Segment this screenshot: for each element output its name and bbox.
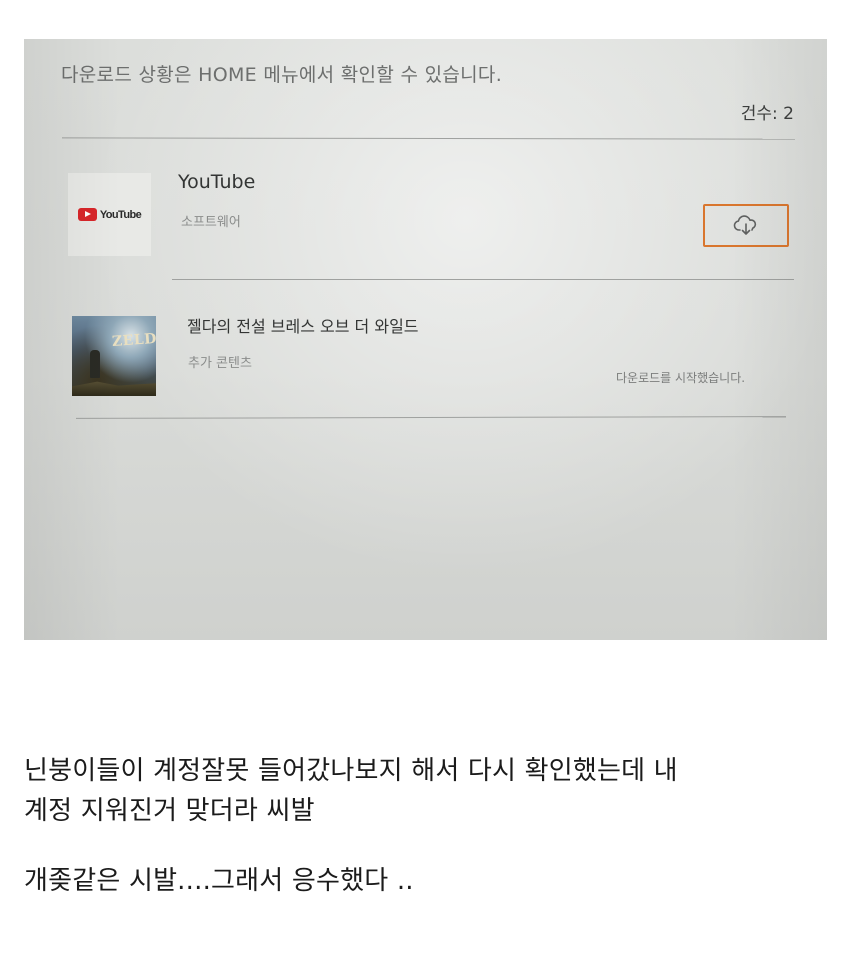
zelda-thumbnail: ZELDA (72, 316, 156, 396)
download-notice: 다운로드 상황은 HOME 메뉴에서 확인할 수 있습니다. (61, 64, 503, 86)
zelda-logo-text: ZELDA (111, 330, 156, 350)
thumbnail-cliff (72, 381, 156, 396)
divider (172, 279, 794, 280)
redownload-button[interactable] (703, 204, 789, 247)
console-screen-photo: 다운로드 상황은 HOME 메뉴에서 확인할 수 있습니다. 건수: 2 You… (24, 39, 827, 640)
post-caption-line: 개좆같은 시발....그래서 응수했다 .. (24, 866, 414, 896)
item-count: 건수: 2 (740, 104, 794, 124)
item-type-youtube: 소프트웨어 (181, 215, 241, 230)
post-caption-line: 닌붕이들이 계정잘못 들어갔나보지 해서 다시 확인했는데 내 (24, 756, 678, 786)
youtube-logo-text: YouTube (99, 208, 142, 221)
download-status: 다운로드를 시작했습니다. (616, 371, 746, 385)
item-title-zelda: 젤다의 전설 브레스 오브 더 와일드 (187, 317, 419, 336)
cloud-download-icon (733, 214, 757, 235)
youtube-thumbnail: YouTube (68, 173, 151, 256)
divider (75, 416, 787, 419)
thumbnail-figure (90, 350, 100, 378)
post-caption-line: 계정 지워진거 맞더라 씨발 (24, 796, 315, 826)
item-title-youtube: YouTube (178, 171, 256, 193)
divider (61, 137, 796, 140)
item-type-zelda: 추가 콘텐츠 (188, 356, 252, 371)
youtube-logo-icon (77, 208, 97, 221)
